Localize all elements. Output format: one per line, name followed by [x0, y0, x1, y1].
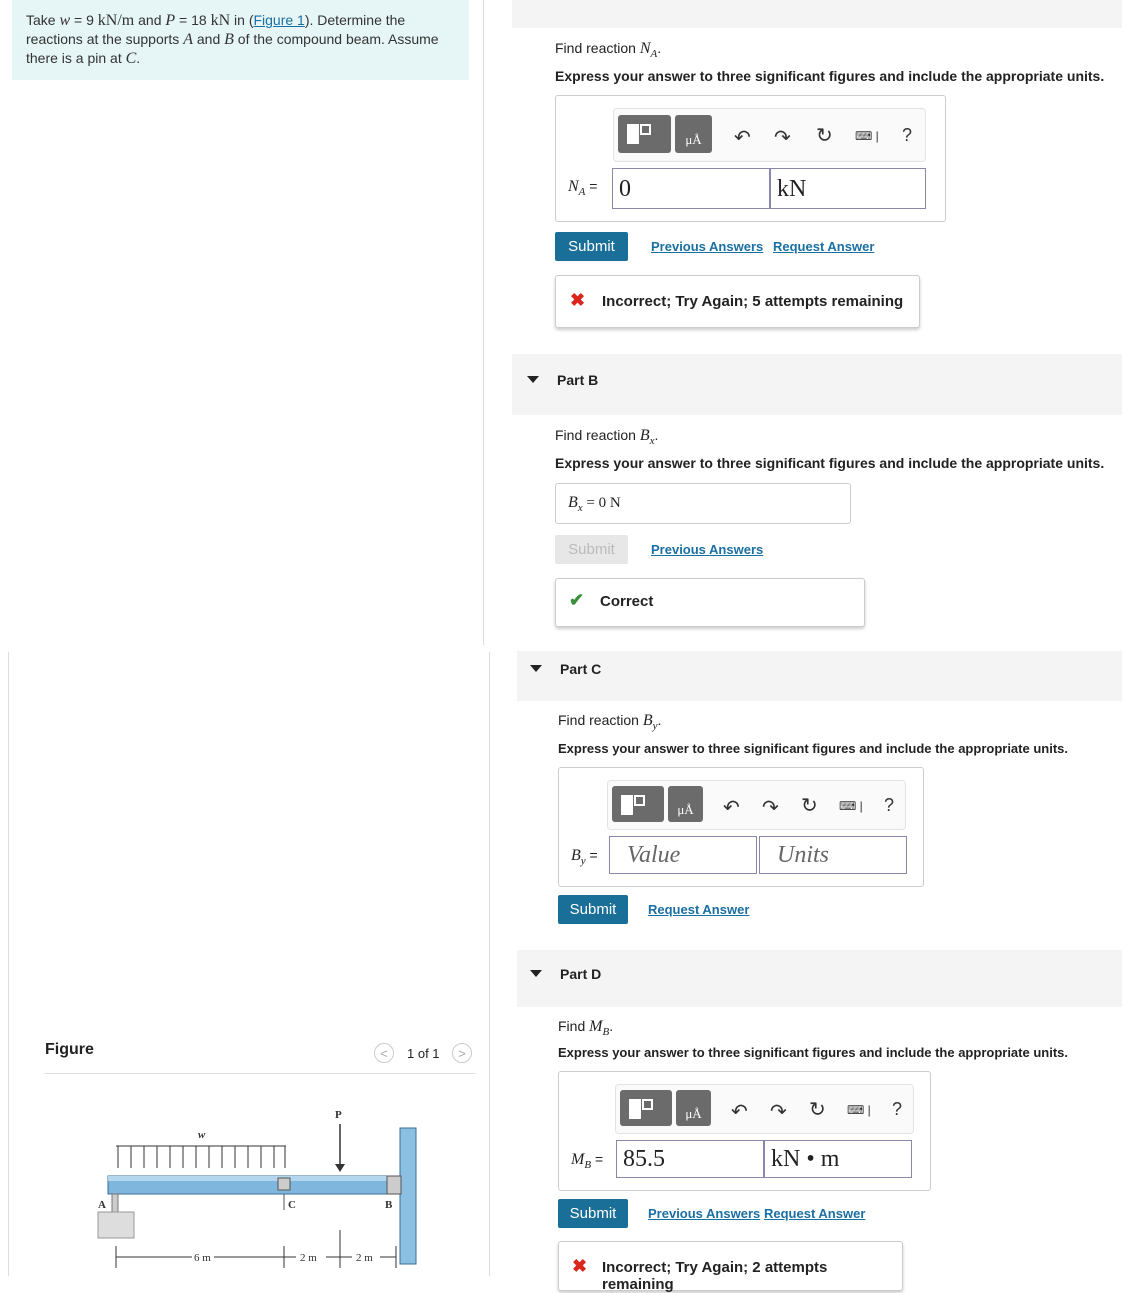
prev-figure-button[interactable]: < [374, 1043, 394, 1063]
incorrect-icon: ✖ [570, 290, 586, 310]
collapse-icon[interactable] [530, 665, 542, 672]
undo-icon[interactable]: ↶ [734, 125, 751, 150]
part-a-header [512, 0, 1122, 28]
reset-icon[interactable]: ↻ [809, 1097, 826, 1122]
redo-icon[interactable]: ↷ [770, 1099, 787, 1124]
units-button[interactable]: μÅ [676, 1090, 711, 1126]
incorrect-icon: ✖ [572, 1256, 588, 1276]
part-b-submit-button: Submit [555, 535, 628, 564]
part-d-answer-label: MB = [571, 1151, 604, 1171]
part-c-value-input[interactable]: Value [609, 836, 757, 874]
keyboard-icon[interactable]: ⌨ | [855, 129, 879, 143]
part-b-title: Part B [557, 372, 599, 388]
part-a-feedback-text: Incorrect; Try Again; 5 attempts remaini… [602, 293, 904, 310]
part-a-units-input[interactable]: kN [770, 168, 926, 209]
part-b-instructions: Express your answer to three significant… [555, 455, 1105, 471]
label-p: P [335, 1109, 342, 1121]
part-c-title: Part C [560, 661, 602, 677]
part-a-request-answer-link[interactable]: Request Answer [773, 239, 874, 254]
part-d-title: Part D [560, 966, 602, 982]
undo-icon[interactable]: ↶ [731, 1099, 748, 1124]
part-d-request-answer-link[interactable]: Request Answer [764, 1206, 865, 1221]
part-d-header[interactable]: Part D [517, 950, 1122, 1007]
part-c-units-input[interactable]: Units [759, 836, 907, 874]
help-icon[interactable]: ? [902, 125, 912, 146]
part-c-submit-button[interactable]: Submit [558, 895, 628, 924]
part-d-submit-button[interactable]: Submit [558, 1199, 628, 1228]
label-2m-a: 2 m [300, 1252, 317, 1264]
figure-title: Figure [45, 1041, 94, 1058]
part-c-answer-label: By = [571, 847, 598, 867]
next-figure-button[interactable]: > [452, 1043, 472, 1063]
part-a-answer-box: μÅ ↶ ↷ ↻ ⌨ | ? NA = 0 kN [555, 95, 946, 222]
units-button[interactable]: μÅ [675, 115, 712, 153]
part-d-previous-answers-link[interactable]: Previous Answers [648, 1206, 760, 1221]
check-icon: ✔ [569, 590, 585, 610]
problem-text: Take w = 9 kN/m and P = 18 kN in (Figure… [26, 12, 439, 67]
part-b-feedback-text: Correct [600, 593, 654, 610]
part-c-instructions: Express your answer to three significant… [558, 741, 1068, 756]
reset-icon[interactable]: ↻ [816, 123, 833, 148]
part-b-previous-answers-link[interactable]: Previous Answers [651, 542, 763, 557]
units-button[interactable]: μÅ [668, 786, 703, 822]
part-d-feedback-text: Incorrect; Try Again; 2 attempts remaini… [602, 1259, 828, 1293]
part-d-question: Find MB. [558, 1018, 614, 1038]
part-d-feedback: ✖ Incorrect; Try Again; 2 attempts remai… [558, 1241, 903, 1293]
redo-icon[interactable]: ↷ [762, 795, 779, 820]
support-a [97, 1211, 135, 1239]
templates-button[interactable] [612, 786, 664, 822]
templates-button[interactable] [620, 1090, 672, 1126]
part-b-feedback: ✔ Correct [555, 578, 865, 627]
part-a-previous-answers-link[interactable]: Previous Answers [651, 239, 763, 254]
part-a-instructions: Express your answer to three significant… [555, 68, 1105, 84]
part-d-value-input[interactable]: 85.5 [616, 1140, 764, 1178]
part-b-answer-text: Bx = 0 N [568, 494, 621, 514]
hinge-c [277, 1177, 291, 1191]
label-2m-b: 2 m [356, 1252, 373, 1264]
problem-statement: Take w = 9 kN/m and P = 18 kN in (Figure… [12, 0, 469, 80]
part-d-instructions: Express your answer to three significant… [558, 1045, 1068, 1060]
load-arrows [117, 1146, 286, 1168]
part-a-value-input[interactable]: 0 [612, 168, 770, 209]
reset-icon[interactable]: ↻ [801, 793, 818, 818]
label-w: w [198, 1129, 206, 1141]
keyboard-icon[interactable]: ⌨ | [847, 1103, 871, 1117]
part-c-answer-box: μÅ ↶ ↷ ↻ ⌨ | ? By = Value Units [558, 767, 924, 887]
collapse-icon[interactable] [530, 970, 542, 977]
part-a-submit-button[interactable]: Submit [555, 232, 628, 261]
figure-link[interactable]: Figure 1 [253, 12, 304, 28]
part-c-header[interactable]: Part C [517, 651, 1122, 701]
compound-beam-figure: w P A B C 6 m 2 m 2 m [97, 1109, 417, 1268]
divider [483, 0, 484, 645]
part-b-header[interactable]: Part B [512, 354, 1122, 415]
divider [8, 652, 9, 1276]
math-toolbar: μÅ ↶ ↷ ↻ ⌨ | ? [613, 108, 926, 162]
part-b-answer-display: Bx = 0 N [555, 483, 851, 524]
part-a-feedback: ✖ Incorrect; Try Again; 5 attempts remai… [555, 275, 920, 328]
part-d-answer-box: μÅ ↶ ↷ ↻ ⌨ | ? MB = 85.5 kN • m [558, 1071, 931, 1191]
help-icon[interactable]: ? [884, 795, 894, 816]
label-6m: 6 m [194, 1252, 211, 1264]
wall-b [399, 1127, 417, 1265]
math-toolbar: μÅ ↶ ↷ ↻ ⌨ | ? [607, 780, 906, 830]
divider [489, 652, 490, 1276]
part-b-question: Find reaction Bx. [555, 427, 659, 447]
templates-button[interactable] [618, 115, 671, 153]
label-a: A [98, 1199, 106, 1211]
collapse-icon[interactable] [527, 376, 539, 383]
figure-pager-text: 1 of 1 [407, 1046, 440, 1061]
keyboard-icon[interactable]: ⌨ | [839, 799, 863, 813]
undo-icon[interactable]: ↶ [723, 795, 740, 820]
redo-icon[interactable]: ↷ [774, 125, 791, 150]
part-c-request-answer-link[interactable]: Request Answer [648, 902, 749, 917]
figure-divider [45, 1073, 475, 1074]
part-a-question: Find reaction NA. [555, 40, 662, 60]
part-d-units-input[interactable]: kN • m [764, 1140, 912, 1178]
help-icon[interactable]: ? [892, 1099, 902, 1120]
label-c: C [288, 1199, 296, 1211]
part-c-question: Find reaction By. [558, 712, 662, 732]
part-a-answer-label: NA = [568, 178, 598, 198]
label-b: B [385, 1199, 393, 1211]
math-toolbar: μÅ ↶ ↷ ↻ ⌨ | ? [615, 1084, 914, 1134]
